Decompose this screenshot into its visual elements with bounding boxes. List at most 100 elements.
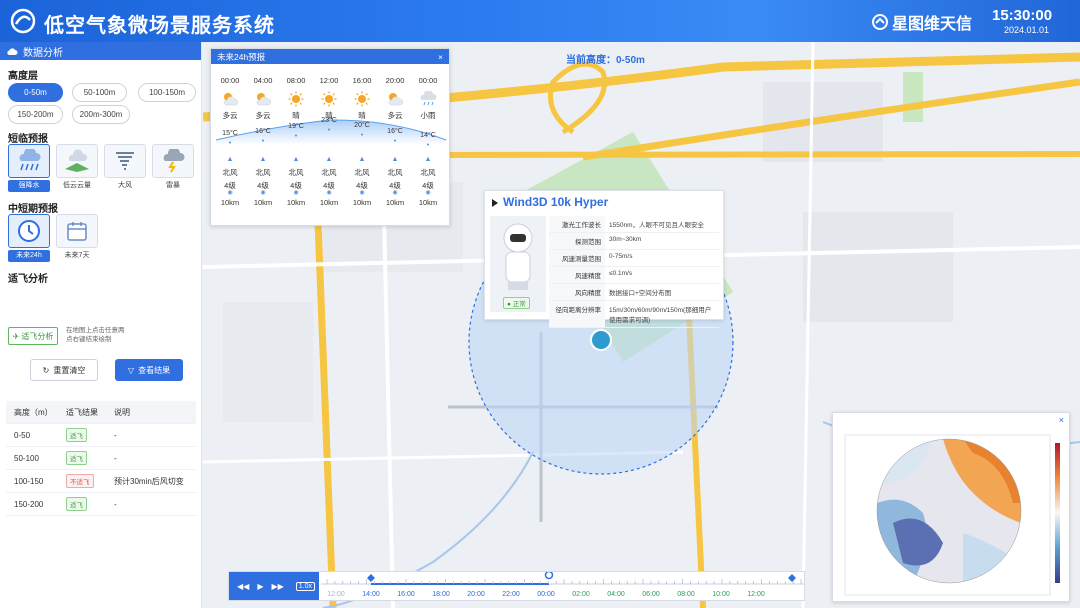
visibility: 10km bbox=[220, 198, 240, 207]
spec-value: 1550nm，人眼不可见且人眼安全 bbox=[609, 222, 704, 229]
timeline-label: 20:00 bbox=[467, 591, 485, 598]
filter-icon: ▽ bbox=[127, 365, 135, 375]
flyability-title: 适飞分析 bbox=[8, 274, 48, 285]
heavy-rain-icon bbox=[19, 149, 41, 171]
tile-next-24h[interactable]: 未来24h bbox=[8, 214, 50, 262]
col-result: 适飞结果 bbox=[66, 407, 98, 417]
play-icon[interactable]: ▶ bbox=[257, 582, 263, 591]
visibility: 10km bbox=[319, 198, 339, 207]
view-results-button[interactable]: ▽ 查看结果 bbox=[115, 359, 183, 381]
wind-direction: 北风 bbox=[420, 168, 436, 177]
cell-note: - bbox=[114, 430, 117, 440]
temp-point: • bbox=[426, 141, 430, 149]
timeline-label: 12:00 bbox=[747, 591, 765, 598]
spec-key: 风速精度 bbox=[549, 267, 605, 283]
partly-cloudy-icon bbox=[215, 90, 245, 108]
lidar-title: Wind3D 10k Hyper bbox=[503, 195, 609, 209]
wind-arrow-icon: ▲ bbox=[292, 156, 300, 163]
clock-time: 15:30:00 bbox=[992, 7, 1053, 24]
flyability-draw-button[interactable]: ✈ 适飞分析 bbox=[8, 327, 58, 345]
left-panel: 数据分析 高度层 0-50m 50-100m 100-150m 150-200m… bbox=[0, 42, 202, 608]
wind-arrow-icon: ▲ bbox=[358, 156, 366, 163]
timeline-label: 16:00 bbox=[397, 591, 415, 598]
tile-label: 未来7天 bbox=[64, 252, 90, 259]
table-row: 0-50 适飞 - bbox=[6, 424, 196, 447]
timeline-label: 14:00 bbox=[362, 591, 380, 598]
wind-direction: 北风 bbox=[255, 168, 271, 177]
forecast-weather: 多云 bbox=[255, 111, 271, 120]
reset-button[interactable]: ↻ 重置清空 bbox=[30, 359, 98, 381]
current-altitude-label: 当前高度：0-50m bbox=[566, 55, 645, 66]
spec-value: 数据接口+空间分布图 bbox=[609, 290, 672, 297]
altitude-option-0-50[interactable]: 0-50m bbox=[8, 83, 63, 102]
forecast-popup: 未来24h预报 × 00:00 多云 15°C • ▲ 北风 4级 ◉ 10km 04:00 多云 1… bbox=[210, 48, 450, 226]
altitude-option-200-300[interactable]: 200m-300m bbox=[72, 105, 130, 124]
spec-value: 30m~30km bbox=[609, 236, 642, 243]
wind-level: 4级 bbox=[422, 181, 434, 190]
wind-level: 4级 bbox=[224, 181, 236, 190]
cell-height: 50-100 bbox=[14, 453, 39, 463]
speed-selector[interactable]: 1.0x bbox=[295, 581, 316, 591]
wind-level: 4级 bbox=[356, 181, 368, 190]
partly-cloudy-icon bbox=[380, 90, 410, 108]
tile-heavy-rain[interactable]: 强降水 bbox=[8, 144, 50, 192]
forecast-weather: 多云 bbox=[387, 111, 403, 120]
brand-icon bbox=[872, 14, 888, 30]
timeline-label: 06:00 bbox=[642, 591, 660, 598]
brand-logo: 星图维天信 bbox=[872, 10, 972, 34]
app-title: 低空气象微场景服务系统 bbox=[44, 15, 275, 37]
wind-arrow-icon: ▲ bbox=[226, 156, 234, 163]
col-height: 高度（m） bbox=[14, 407, 53, 417]
partly-cloudy-icon bbox=[248, 90, 278, 108]
cloud-icon bbox=[7, 48, 18, 55]
forecast-slot: 04:00 多云 bbox=[248, 76, 278, 122]
close-icon[interactable]: × bbox=[1059, 415, 1064, 425]
table-row: 100-150 不适飞 预计30min后风切变 bbox=[6, 470, 196, 493]
spec-value: ≤0.1m/s bbox=[609, 270, 633, 277]
temp-point: • bbox=[228, 140, 232, 147]
forecast-temp: 19°C bbox=[288, 123, 304, 131]
status-badge: ● 正常 bbox=[503, 297, 530, 309]
tile-low-cloud[interactable]: 低云云量 bbox=[56, 144, 98, 192]
tile-label: 雷暴 bbox=[166, 182, 180, 189]
altitude-option-50-100[interactable]: 50-100m bbox=[72, 83, 127, 102]
forecast-time: 08:00 bbox=[286, 76, 306, 85]
timeline-track[interactable] bbox=[321, 572, 804, 592]
spec-key: 风速测量范围 bbox=[549, 250, 605, 266]
timeline-label: 00:00 bbox=[537, 591, 555, 598]
triangle-icon bbox=[492, 199, 498, 207]
timeline-label: 10:00 bbox=[712, 591, 730, 598]
visibility: 10km bbox=[253, 198, 273, 207]
forecast-temp: 15°C bbox=[222, 130, 238, 137]
tile-next-7d[interactable]: 未来7天 bbox=[56, 214, 98, 262]
view-button-label: 查看结果 bbox=[138, 365, 171, 375]
rewind-icon[interactable]: ◀◀ bbox=[237, 582, 249, 591]
tile-thunderstorm[interactable]: 雷暴 bbox=[152, 144, 194, 192]
logo-icon bbox=[10, 8, 36, 34]
wind-arrow-icon: ▲ bbox=[259, 156, 267, 163]
tile-strong-wind[interactable]: 大风 bbox=[104, 144, 146, 192]
tile-label: 未来24h bbox=[8, 250, 50, 262]
fast-forward-icon[interactable]: ▶▶ bbox=[271, 582, 283, 591]
reset-button-label: 重置清空 bbox=[53, 365, 86, 375]
spec-table: 激光工作波长 1550nm，人眼不可见且人眼安全 探测范围 30m~30km 风速测… bbox=[549, 216, 719, 328]
lidar-device-icon bbox=[503, 223, 533, 290]
panel-header: 数据分析 bbox=[0, 42, 201, 60]
wind-arrow-icon: ▲ bbox=[391, 156, 399, 163]
wind-level: 4级 bbox=[323, 181, 335, 190]
forecast-wind: 北风 4级 ◉ 10km bbox=[314, 167, 344, 208]
altitude-option-100-150[interactable]: 100-150m bbox=[138, 83, 196, 102]
cell-note: - bbox=[114, 499, 117, 509]
forecast-temp: 23°C bbox=[321, 116, 337, 124]
header-bar: 低空气象微场景服务系统 星图维天信 15:30:00 2024.01.01 bbox=[0, 0, 1080, 42]
altitude-option-150-200[interactable]: 150-200m bbox=[8, 105, 63, 124]
visibility-icon: ◉ bbox=[425, 190, 431, 196]
close-icon[interactable]: × bbox=[438, 52, 443, 62]
spec-key: 探测范围 bbox=[549, 233, 605, 249]
forecast-wind: 北风 4级 ◉ 10km bbox=[281, 167, 311, 208]
wind-direction: 北风 bbox=[354, 168, 370, 177]
brand-name: 星图维天信 bbox=[892, 16, 973, 33]
wind-level: 4级 bbox=[290, 181, 302, 190]
cell-height: 0-50 bbox=[14, 430, 31, 440]
forecast-time: 12:00 bbox=[319, 76, 339, 85]
